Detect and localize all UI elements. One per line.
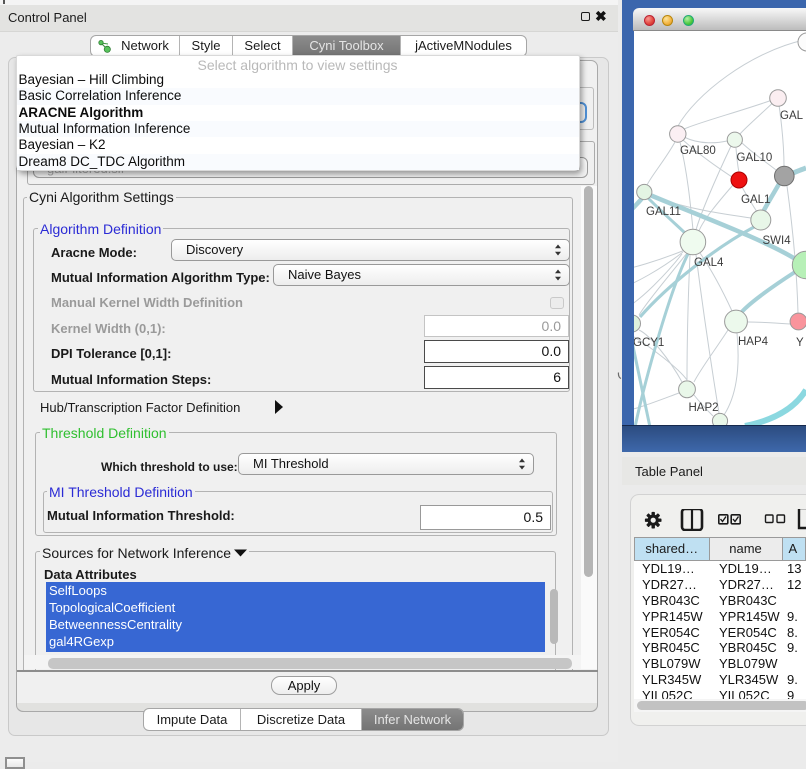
svg-text:GAL1: GAL1 (741, 194, 770, 206)
svg-text:Y: Y (796, 337, 804, 349)
svg-text:GAL4: GAL4 (694, 257, 724, 269)
svg-text:GAL: GAL (780, 110, 804, 122)
svg-text:HAP2: HAP2 (689, 402, 719, 414)
svg-text:GAL80: GAL80 (680, 145, 716, 157)
svg-text:SWI4: SWI4 (763, 235, 792, 247)
svg-text:GAL10: GAL10 (737, 152, 773, 164)
svg-text:GAL11: GAL11 (646, 206, 681, 218)
svg-text:HAP4: HAP4 (738, 336, 769, 348)
svg-text:GCY1: GCY1 (634, 337, 664, 349)
